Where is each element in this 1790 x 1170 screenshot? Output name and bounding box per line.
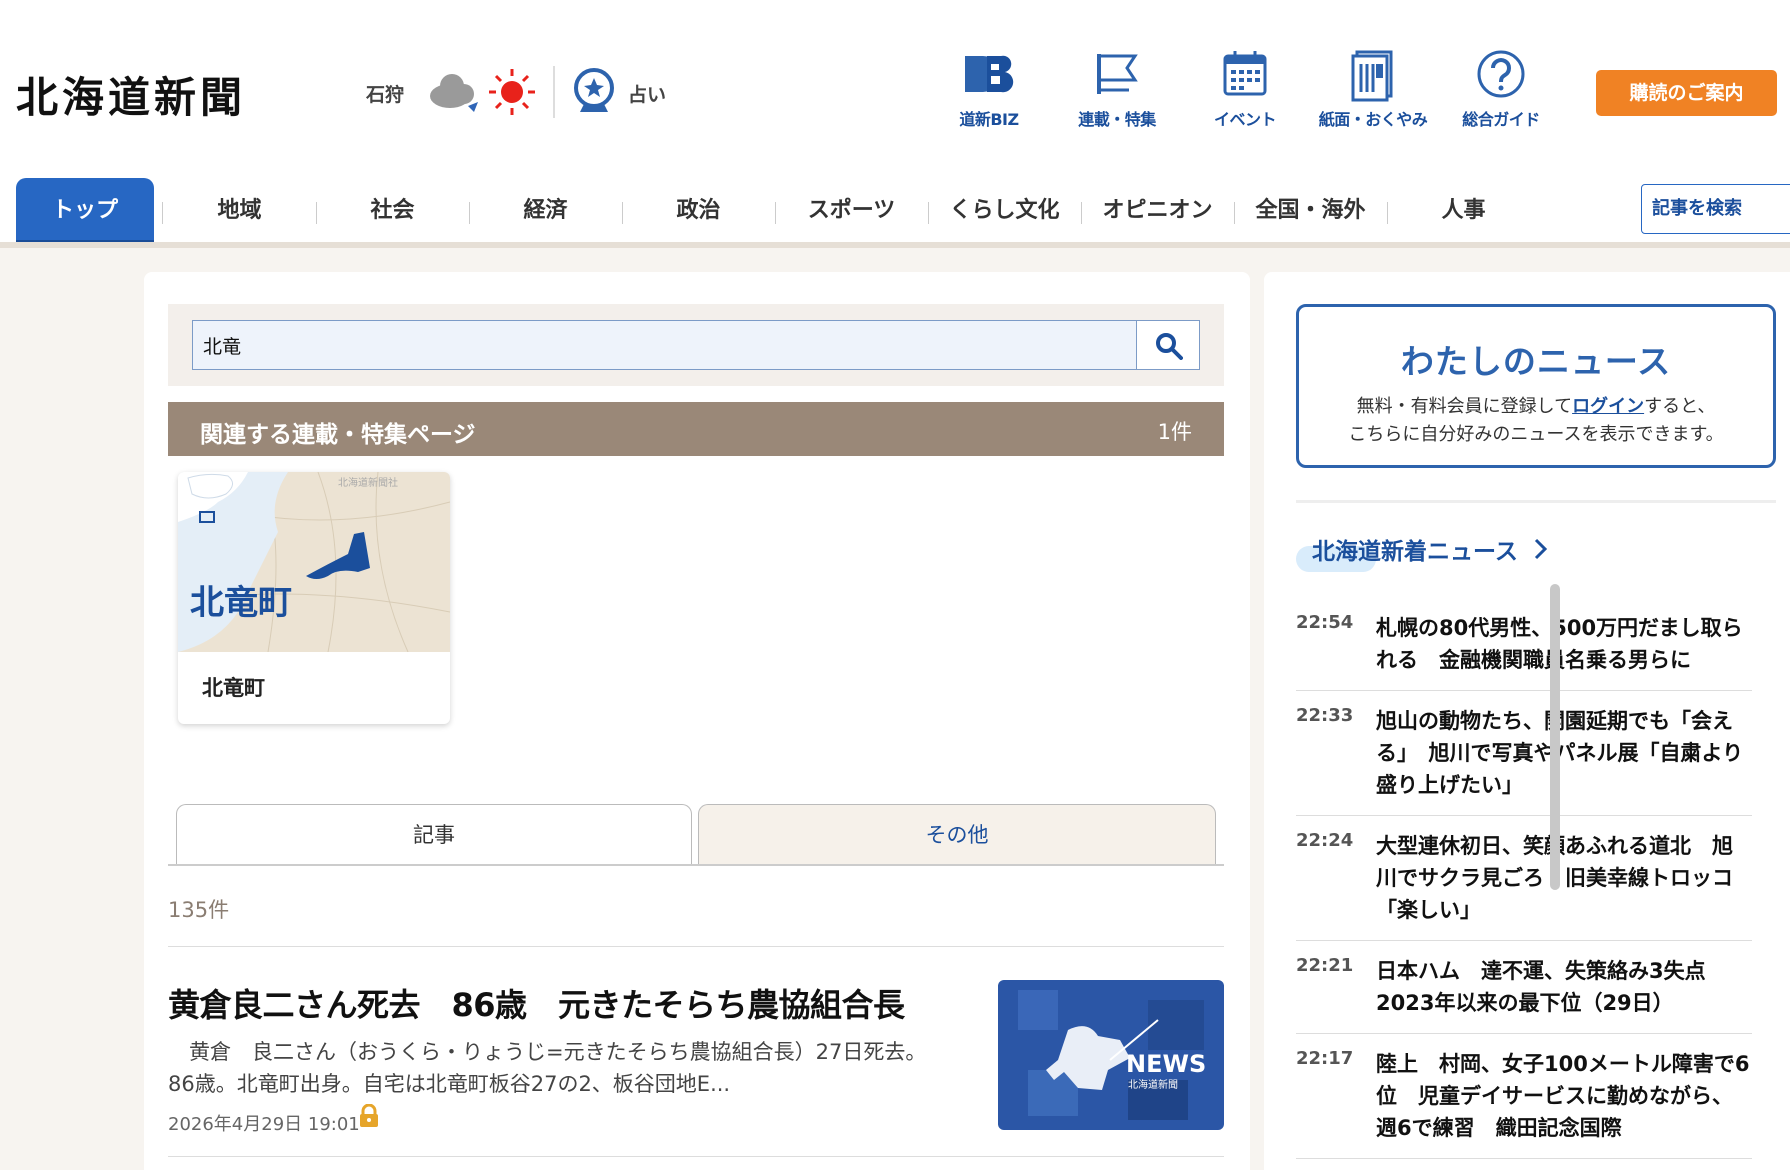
article-search-button[interactable]: 記事を検索 xyxy=(1641,184,1790,234)
category-tab-economy[interactable]: 経済 xyxy=(469,178,622,246)
header-nav-guide[interactable]: 総合ガイド xyxy=(1436,46,1566,130)
article-thumbnail[interactable]: NEWS 北海道新聞 xyxy=(998,980,1224,1130)
cloud-icon[interactable] xyxy=(428,68,480,112)
series-card[interactable]: 北海道新聞社 北竜町 北竜町 xyxy=(178,472,450,724)
subscribe-button[interactable]: 購読のご案内 xyxy=(1596,70,1777,116)
header-nav-event[interactable]: イベント xyxy=(1180,46,1310,130)
news-item[interactable]: 22:17 陸上 村岡、女子100メートル障害で6位 児童デイサービスに勤めなが… xyxy=(1296,1034,1752,1159)
divider xyxy=(168,946,1224,947)
header-nav-label: 道新BIZ xyxy=(959,110,1019,129)
lock-icon xyxy=(360,1104,378,1127)
newspaper-icon xyxy=(1351,50,1393,102)
news-headline[interactable]: 旭山の動物たち、開園延期でも「会える」 旭川で写真やパネル展「自粛より盛り上げた… xyxy=(1376,705,1752,801)
fortune-label[interactable]: 占い xyxy=(628,80,666,107)
doshin-biz-icon xyxy=(965,55,1014,93)
news-time: 22:17 xyxy=(1296,1048,1354,1069)
login-link[interactable]: ログイン xyxy=(1572,396,1644,417)
series-card-name: 北竜町 xyxy=(202,676,265,700)
news-time: 22:24 xyxy=(1296,830,1354,851)
my-news-text: 無料・有料会員に登録してログインすると、 こちらに自分好みのニュースを表示できま… xyxy=(1299,393,1773,449)
search-bar xyxy=(168,304,1224,386)
latest-news-heading: 北海道新着ニュース xyxy=(1312,539,1518,565)
sidebar: わたしのニュース 無料・有料会員に登録してログインすると、 こちらに自分好みのニ… xyxy=(1264,272,1790,1170)
header-nav-doshin-biz[interactable]: 道新BIZ xyxy=(924,46,1054,130)
header-nav-label: 総合ガイド xyxy=(1462,110,1540,129)
thumbnail-news-text: NEWS xyxy=(1126,1050,1206,1078)
tab-articles[interactable]: 記事 xyxy=(176,804,692,864)
search-button[interactable] xyxy=(1136,320,1200,370)
header-nav-series[interactable]: 連載・特集 xyxy=(1052,46,1182,130)
article-title[interactable]: 黄倉良二さん死去 86歳 元きたそらち農協組合長 xyxy=(168,980,948,1026)
category-tab-society[interactable]: 社会 xyxy=(316,178,469,246)
category-tab-politics[interactable]: 政治 xyxy=(622,178,775,246)
category-tab-personnel[interactable]: 人事 xyxy=(1387,178,1540,246)
latest-news-link[interactable]: 北海道新着ニュース xyxy=(1296,532,1548,572)
question-icon xyxy=(1477,50,1525,98)
header-nav-newspaper[interactable]: 紙面・おくやみ xyxy=(1308,46,1438,130)
result-count: 135件 xyxy=(168,898,230,922)
nav-underline xyxy=(0,242,1790,248)
header-nav-label: 紙面・おくやみ xyxy=(1318,110,1428,129)
related-series-title: 関連する連載・特集ページ xyxy=(200,422,476,448)
result-tabs: 記事 その他 xyxy=(168,804,1224,866)
search-input[interactable] xyxy=(192,320,1136,370)
search-icon xyxy=(1156,333,1183,360)
weather-region[interactable]: 石狩 xyxy=(366,80,404,107)
news-time: 22:54 xyxy=(1296,612,1354,633)
my-news-box: わたしのニュース 無料・有料会員に登録してログインすると、 こちらに自分好みのニ… xyxy=(1296,304,1776,468)
sidebar-scrollbar[interactable] xyxy=(1550,584,1560,890)
news-headline[interactable]: 大型連休初日、笑顔あふれる道北 旭川でサクラ見ごろ 旧美幸線トロッコ「楽しい」 xyxy=(1376,830,1752,926)
main-content: 関連する連載・特集ページ 1件 北海道新聞社 北竜町 北竜町 記事 その他 13… xyxy=(144,272,1250,1170)
divider xyxy=(168,1156,1224,1157)
category-tab-region[interactable]: 地域 xyxy=(163,178,316,246)
map-label: 北竜町 xyxy=(190,583,292,623)
news-time: 22:33 xyxy=(1296,705,1354,726)
news-item[interactable]: 22:33 旭山の動物たち、開園延期でも「会える」 旭川で写真やパネル展「自粛よ… xyxy=(1296,691,1752,816)
related-series-header: 関連する連載・特集ページ 1件 xyxy=(168,402,1224,456)
category-tab-top[interactable]: トップ xyxy=(16,178,154,246)
hokuryu-map-image: 北海道新聞社 北竜町 xyxy=(178,472,450,652)
map-credit: 北海道新聞社 xyxy=(338,476,398,489)
related-series-count: 1件 xyxy=(1157,420,1192,444)
site-logo[interactable]: 北海道新聞 xyxy=(16,64,246,125)
header-nav-label: イベント xyxy=(1213,110,1277,129)
header-nav-label: 連載・特集 xyxy=(1078,110,1156,129)
news-time: 22:21 xyxy=(1296,955,1354,976)
flag-icon xyxy=(1097,54,1138,94)
thumbnail-sub-text: 北海道新聞 xyxy=(1128,1078,1178,1091)
crystal-ball-icon[interactable] xyxy=(570,66,618,116)
news-item[interactable]: 22:54 札幌の80代男性、500万円だまし取られる 金融機関職員名乗る男らに xyxy=(1296,598,1752,691)
category-tab-opinion[interactable]: オピニオン xyxy=(1081,178,1234,246)
news-item[interactable]: 22:24 大型連休初日、笑顔あふれる道北 旭川でサクラ見ごろ 旧美幸線トロッコ… xyxy=(1296,816,1752,941)
my-news-text-before: 無料・有料会員に登録して xyxy=(1356,396,1573,417)
my-news-text-line2: こちらに自分好みのニュースを表示できます。 xyxy=(1348,424,1724,445)
my-news-heading: わたしのニュース xyxy=(1400,342,1672,381)
latest-news-list: 22:54 札幌の80代男性、500万円だまし取られる 金融機関職員名乗る男らに… xyxy=(1296,598,1752,1159)
category-nav: トップ 地域 社会 経済 政治 スポーツ くらし文化 オピニオン 全国・海外 人… xyxy=(0,178,1790,248)
category-tab-culture[interactable]: くらし文化 xyxy=(928,178,1081,246)
news-headline[interactable]: 札幌の80代男性、500万円だまし取られる 金融機関職員名乗る男らに xyxy=(1376,612,1752,676)
chevron-right-icon xyxy=(1534,538,1548,560)
sidebar-divider xyxy=(1296,500,1776,503)
article-summary: 黄倉 良二さん（おうくら・りょうじ=元きたそらち農協組合長）27日死去。86歳。… xyxy=(168,1040,927,1096)
sun-icon[interactable] xyxy=(486,66,538,118)
category-tab-sports[interactable]: スポーツ xyxy=(775,178,928,246)
news-item[interactable]: 22:21 日本ハム 達不運、失策絡み3失点 2023年以来の最下位（29日） xyxy=(1296,941,1752,1034)
my-news-text-after: すると、 xyxy=(1644,396,1716,417)
tab-other[interactable]: その他 xyxy=(698,804,1216,864)
article-item[interactable]: 黄倉良二さん死去 86歳 元きたそらち農協組合長 黄倉 良二さん（おうくら・りょ… xyxy=(168,980,1224,1146)
category-tab-national[interactable]: 全国・海外 xyxy=(1234,178,1387,246)
news-headline[interactable]: 日本ハム 達不運、失策絡み3失点 2023年以来の最下位（29日） xyxy=(1376,955,1752,1019)
article-date: 2026年4月29日 19:01 xyxy=(168,1114,360,1135)
news-headline[interactable]: 陸上 村岡、女子100メートル障害で6位 児童デイサービスに勤めながら、週6で練… xyxy=(1376,1048,1752,1144)
calendar-icon xyxy=(1223,51,1267,96)
header-divider xyxy=(553,66,555,118)
